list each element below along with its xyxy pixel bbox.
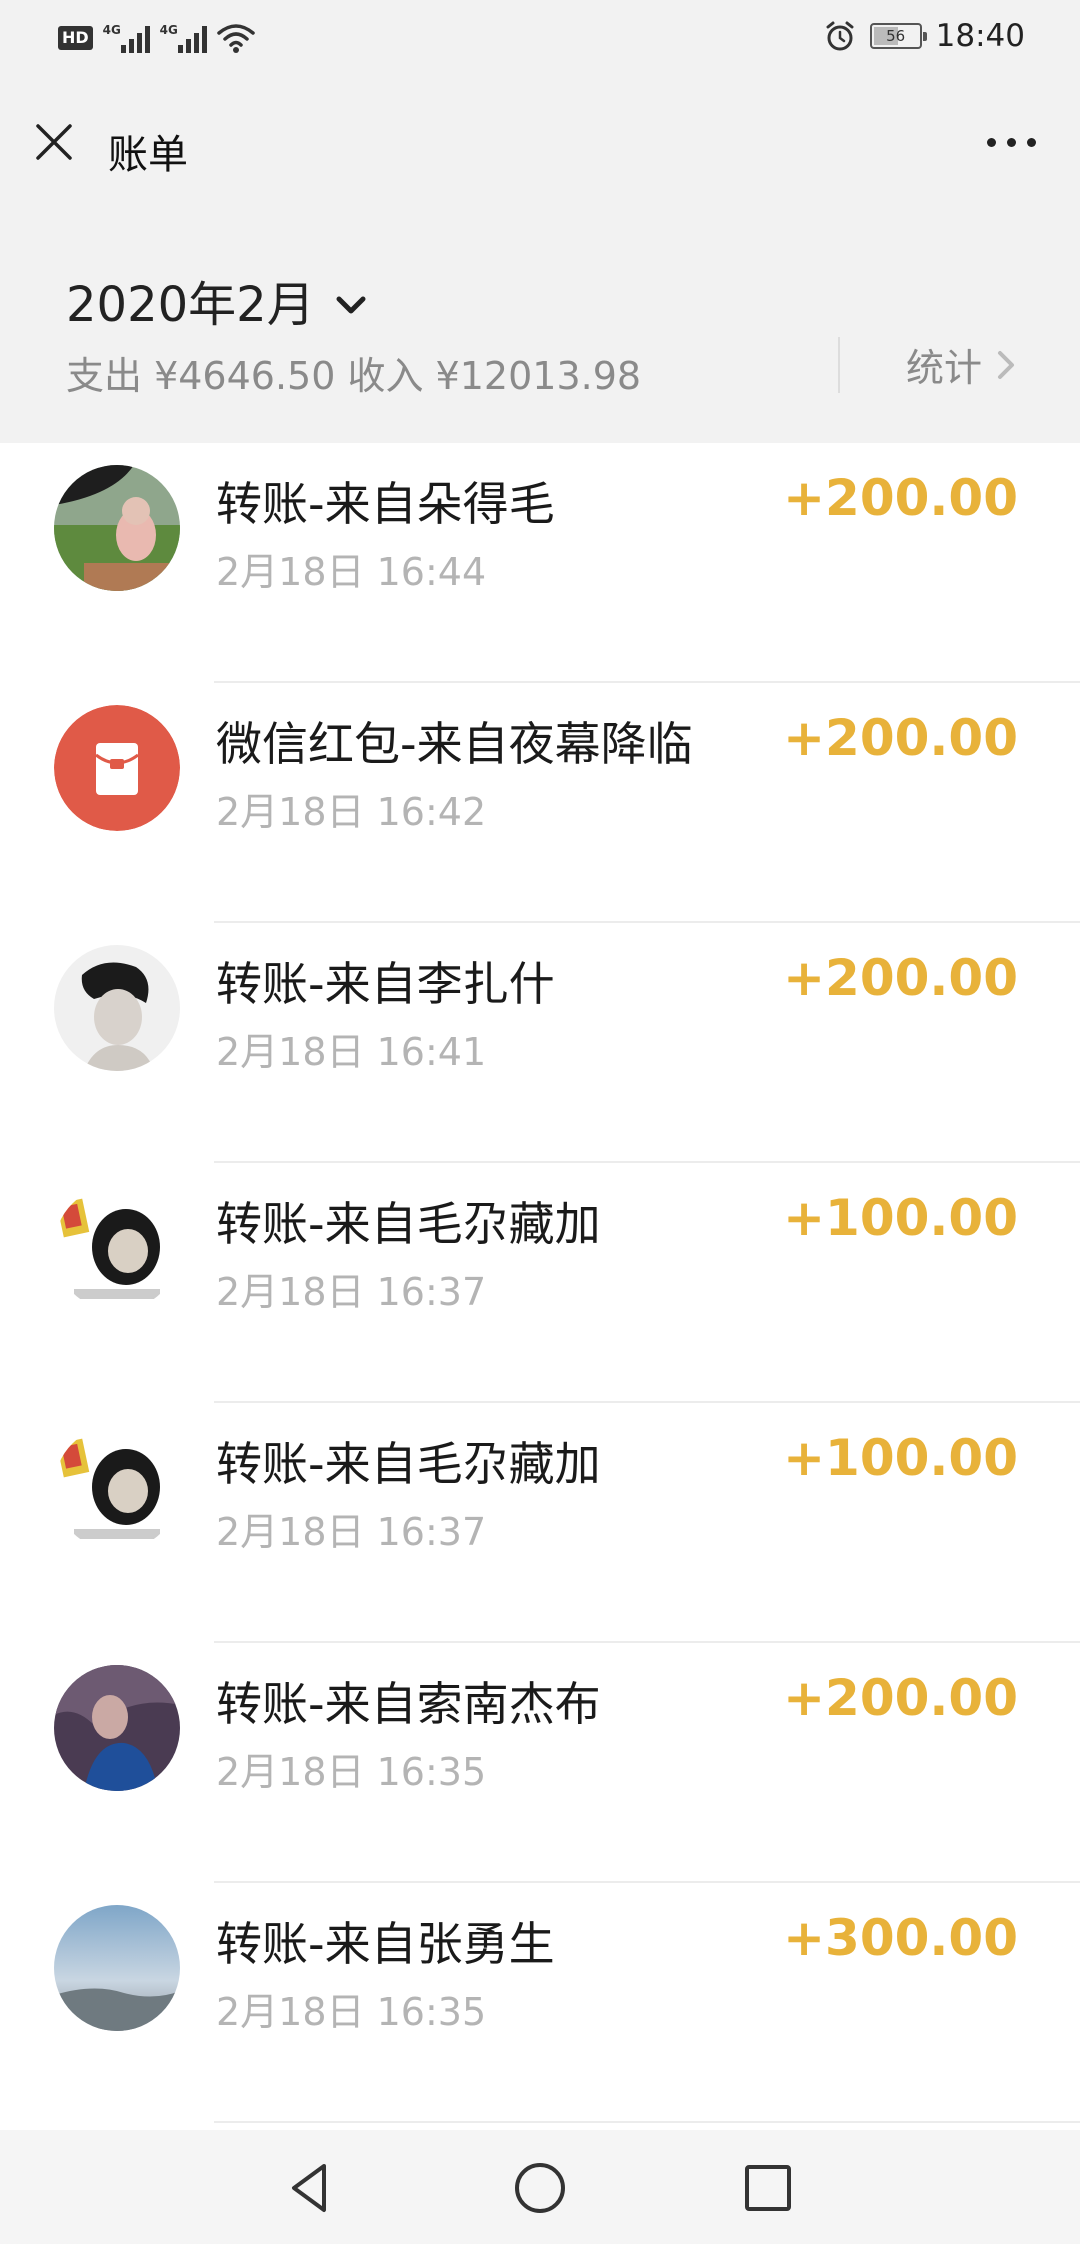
transaction-title: 转账-来自张勇生	[216, 1917, 555, 1971]
transaction-amount: +200.00	[783, 709, 1018, 767]
list-item[interactable]: 转账-来自朵得毛 2月18日 16:44 +200.00	[0, 443, 1080, 683]
list-item[interactable]: 转账-来自毛尕藏加 2月18日 16:37 +100.00	[0, 1403, 1080, 1643]
title-bar: 账单	[0, 80, 1080, 215]
more-icon[interactable]	[987, 138, 1036, 147]
close-icon[interactable]	[30, 118, 78, 166]
chevron-down-icon	[336, 296, 366, 314]
list-item[interactable]: 转账-来自毛尕藏加 2月18日 16:37 +100.00	[0, 1163, 1080, 1403]
transaction-time: 2月18日 16:37	[216, 1510, 487, 1554]
stats-label: 统计	[906, 346, 983, 390]
transaction-title: 转账-来自李扎什	[216, 957, 555, 1011]
transaction-amount: +200.00	[783, 469, 1018, 527]
transaction-amount: +100.00	[783, 1189, 1018, 1247]
list-item[interactable]: 转账-来自索南杰布 2月18日 16:35 +200.00	[0, 1643, 1080, 1883]
signal-icon: 4G	[160, 23, 207, 53]
divider	[838, 337, 840, 393]
alarm-icon	[826, 21, 854, 51]
status-bar: HD 4G 4G 56 18:40	[0, 0, 1080, 80]
chevron-right-icon	[998, 350, 1015, 379]
transaction-title: 转账-来自索南杰布	[216, 1677, 601, 1731]
transaction-time: 2月18日 16:42	[216, 790, 487, 834]
avatar	[54, 1185, 180, 1311]
transaction-title: 转账-来自毛尕藏加	[216, 1197, 601, 1251]
recents-square-icon[interactable]	[738, 2158, 798, 2218]
avatar	[54, 1905, 180, 2031]
transaction-time: 2月18日 16:37	[216, 1270, 487, 1314]
transaction-amount: +200.00	[783, 1669, 1018, 1727]
page-title: 账单	[108, 132, 188, 178]
divider	[214, 2121, 1080, 2123]
back-triangle-icon[interactable]	[280, 2158, 340, 2218]
list-item[interactable]: 微信红包-来自夜幕降临 2月18日 16:42 +200.00	[0, 683, 1080, 923]
transaction-title: 转账-来自朵得毛	[216, 477, 555, 531]
transaction-time: 2月18日 16:41	[216, 1030, 487, 1074]
avatar	[54, 1425, 180, 1551]
transaction-time: 2月18日 16:35	[216, 1990, 487, 2034]
transaction-title: 转账-来自毛尕藏加	[216, 1437, 601, 1491]
transaction-time: 2月18日 16:35	[216, 1750, 487, 1794]
totals-text: 支出 ¥4646.50 收入 ¥12013.98	[66, 354, 642, 398]
battery-icon: 56	[869, 23, 927, 49]
list-item[interactable]: 转账-来自李扎什 2月18日 16:41 +200.00	[0, 923, 1080, 1163]
stats-button[interactable]: 统计	[906, 337, 1020, 392]
signal-icon: 4G	[103, 23, 150, 53]
list-item[interactable]: 转账-来自张勇生 2月18日 16:35 +300.00	[0, 1883, 1080, 2123]
transaction-amount: +100.00	[783, 1429, 1018, 1487]
month-selector[interactable]: 2020年2月	[66, 265, 371, 335]
transaction-time: 2月18日 16:44	[216, 550, 487, 594]
summary-panel: 2020年2月 支出 ¥4646.50 收入 ¥12013.98 统计	[0, 215, 1080, 443]
avatar	[54, 465, 180, 591]
avatar	[54, 945, 180, 1071]
navigation-bar	[0, 2130, 1080, 2244]
wifi-icon	[216, 24, 255, 53]
clock: 18:40	[935, 18, 1025, 54]
red-packet-icon	[54, 705, 180, 831]
transaction-list: 转账-来自朵得毛 2月18日 16:44 +200.00 微信红包-来自夜幕降临…	[0, 443, 1080, 2130]
transaction-title: 微信红包-来自夜幕降临	[216, 717, 693, 771]
hd-badge: HD	[58, 26, 93, 50]
transaction-amount: +200.00	[783, 949, 1018, 1007]
transaction-amount: +300.00	[783, 1909, 1018, 1967]
avatar	[54, 1665, 180, 1791]
home-circle-icon[interactable]	[510, 2158, 570, 2218]
month-label: 2020年2月	[66, 277, 315, 333]
